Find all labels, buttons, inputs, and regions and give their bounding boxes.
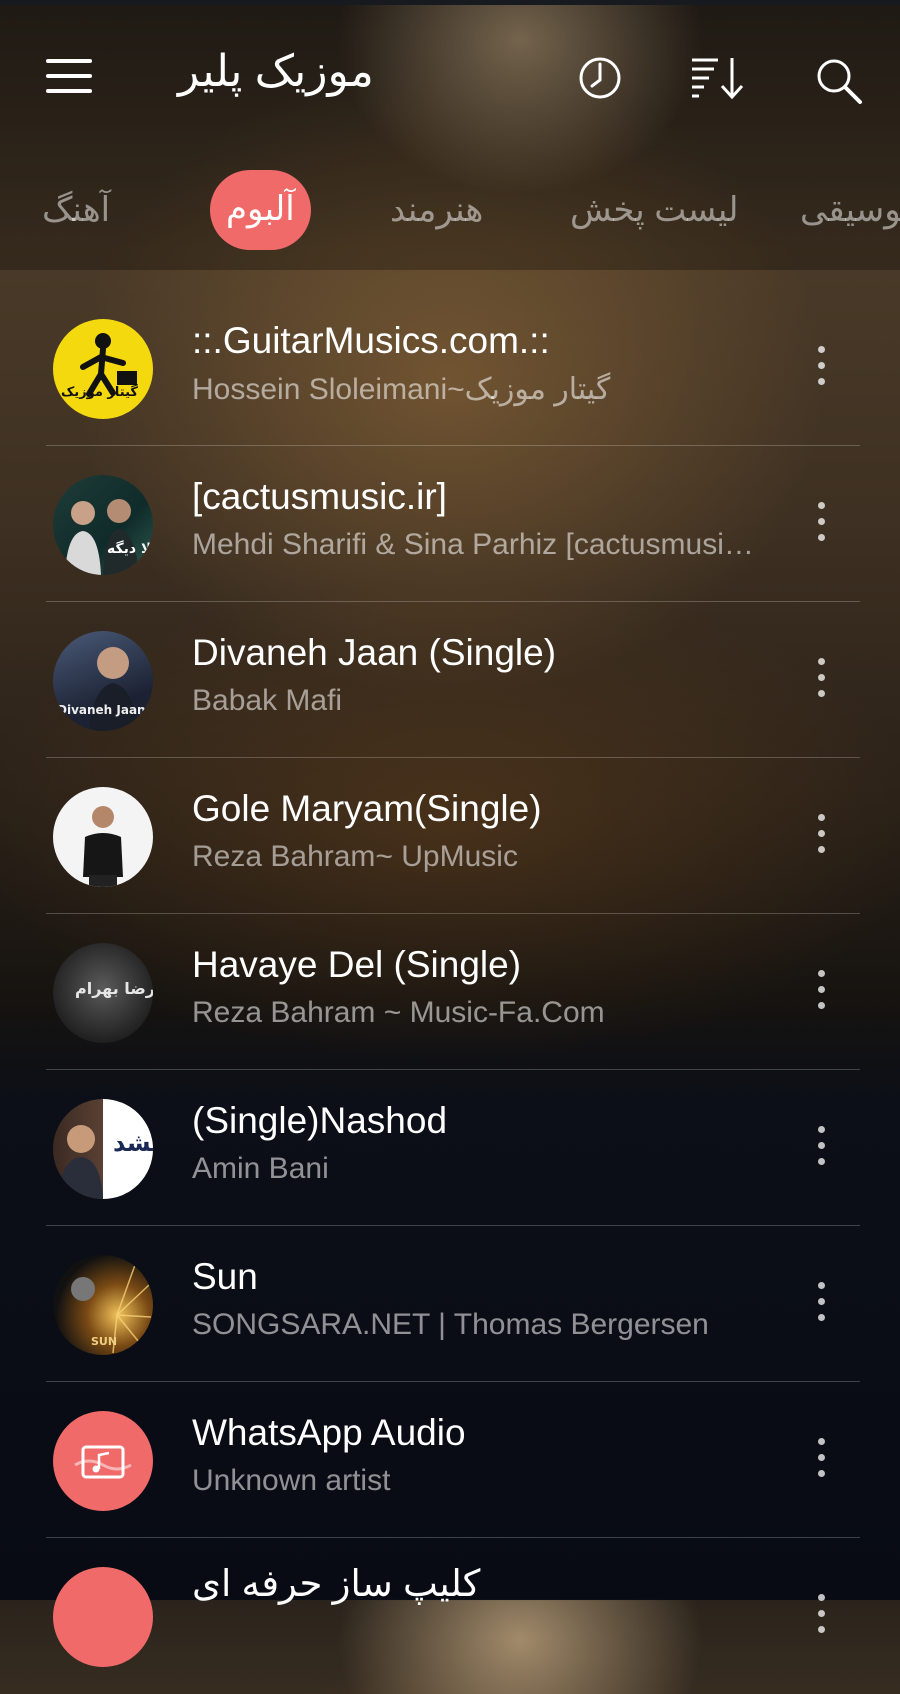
album-artist: Reza Bahram~ UpMusic [192,840,518,873]
album-title: Divaneh Jaan (Single) [192,632,557,673]
list-item[interactable]: گیتار موزیک ::.GuitarMusics.com.:: Hosse… [0,290,900,446]
album-art [53,1411,153,1511]
more-vertical-icon[interactable] [800,962,844,1022]
album-title: ::.GuitarMusics.com.:: [192,320,550,361]
album-art: SUN [53,1255,153,1355]
list-item[interactable]: رضا بهرام Havaye Del (Single) Reza Bahra… [0,914,900,1070]
app-bar: موزیک پلیر آهنگ آلبوم هنرمند لیست پخش مو… [0,0,900,270]
album-title: کلیپ ساز حرفه ای [192,1563,481,1604]
album-title: Gole Maryam(Single) [192,788,542,829]
list-item[interactable]: کلیپ ساز حرفه ای [0,1538,900,1694]
more-vertical-icon[interactable] [800,1274,844,1334]
album-artist: Babak Mafi [192,684,343,717]
album-art: نشد [53,1099,153,1199]
album-art [53,1567,153,1667]
more-vertical-icon[interactable] [800,650,844,710]
hamburger-menu-icon[interactable] [40,52,100,102]
album-title: [cactusmusic.ir] [192,476,447,517]
tab-artists[interactable]: هنرمند [390,170,483,250]
album-artist: Hossein Sloleimani~گیتار موزیک [192,373,611,406]
tab-playlists[interactable]: لیست پخش [570,170,739,250]
album-artist: Amin Bani [192,1152,329,1185]
list-item[interactable]: Divaneh Jaan Divaneh Jaan (Single) Babak… [0,602,900,758]
album-art: حالا دیگه [53,475,153,575]
sort-descending-icon[interactable] [688,50,752,114]
album-list: گیتار موزیک ::.GuitarMusics.com.:: Hosse… [0,290,900,1694]
list-item[interactable]: SUN Sun SONGSARA.NET | Thomas Bergersen [0,1226,900,1382]
album-artist: Mehdi Sharifi & Sina Parhiz [cactusmusic… [192,528,768,561]
tab-albums[interactable]: آلبوم [210,170,311,250]
album-art [53,787,153,887]
album-artist: Unknown artist [192,1464,391,1497]
more-vertical-icon[interactable] [800,494,844,554]
search-icon[interactable] [808,50,872,114]
album-title: Sun [192,1256,258,1297]
album-title: Havaye Del (Single) [192,944,522,985]
album-artist: Reza Bahram ~ Music-Fa.Com [192,996,605,1029]
album-art: Divaneh Jaan [53,631,153,731]
app-title: موزیک پلیر [178,47,374,96]
more-vertical-icon[interactable] [800,1430,844,1490]
more-vertical-icon[interactable] [800,806,844,866]
album-title: (Single)Nashod [192,1100,448,1141]
more-vertical-icon[interactable] [800,1118,844,1178]
music-note-icon [74,1445,132,1479]
list-item[interactable]: Gole Maryam(Single) Reza Bahram~ UpMusic [0,758,900,914]
more-vertical-icon[interactable] [800,1586,844,1646]
list-item[interactable]: حالا دیگه [cactusmusic.ir] Mehdi Sharifi… [0,446,900,602]
more-vertical-icon[interactable] [800,338,844,398]
tab-songs[interactable]: آهنگ [42,170,110,250]
list-item[interactable]: WhatsApp Audio Unknown artist [0,1382,900,1538]
album-art: رضا بهرام [53,943,153,1043]
tab-bar: آهنگ آلبوم هنرمند لیست پخش موسیقی [0,170,900,250]
tab-music[interactable]: موسیقی [800,170,900,250]
album-title: WhatsApp Audio [192,1412,466,1453]
clock-icon[interactable] [568,50,632,114]
list-item[interactable]: نشد (Single)Nashod Amin Bani [0,1070,900,1226]
album-artist: SONGSARA.NET | Thomas Bergersen [192,1308,709,1341]
album-art: گیتار موزیک [53,319,153,419]
